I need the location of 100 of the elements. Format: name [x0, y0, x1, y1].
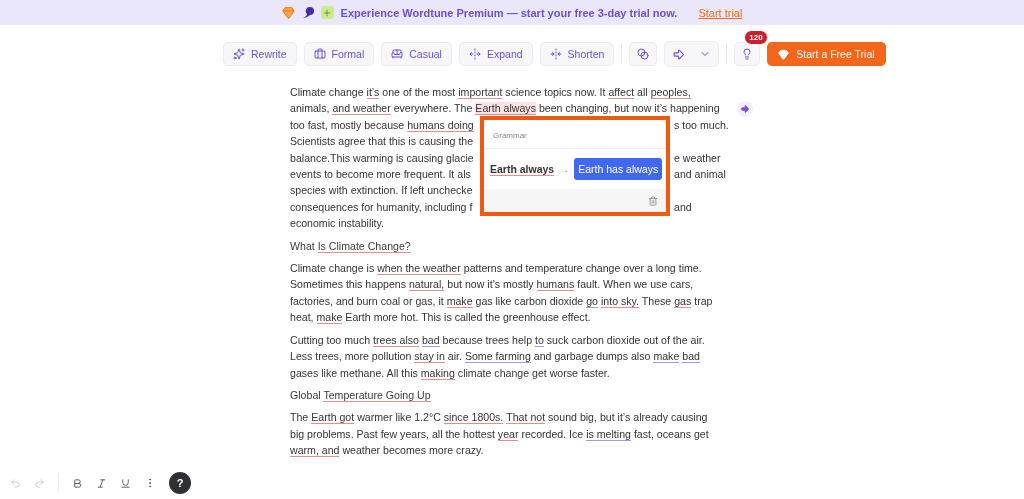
underlined-phrase[interactable]: is melting [586, 427, 631, 441]
plus-icon [320, 6, 334, 19]
underlined-phrase[interactable]: That not [506, 411, 546, 425]
underlined-phrase[interactable]: into sky. [600, 294, 640, 308]
arrow-dropdown-button[interactable] [664, 41, 720, 67]
text-run: Global [290, 388, 322, 401]
underlined-phrase[interactable]: make [446, 294, 473, 308]
text-run: heat, [290, 311, 315, 324]
shrink-icon [549, 48, 562, 60]
text-run: events to become more frequent. It als [290, 168, 471, 181]
gem-icon [281, 6, 295, 19]
text-run: What [290, 239, 316, 252]
underlined-phrase[interactable]: go [586, 294, 598, 308]
text-run: fault. When we use cars, [576, 278, 694, 291]
text-run: recorded. Ice [520, 427, 585, 440]
arrow-glyph: → [559, 163, 570, 175]
original-phrase: Earth always [490, 162, 555, 176]
text-run: big problems. Past few years, all the hottest [290, 427, 496, 440]
circles-icon [637, 48, 650, 60]
text-run: one of the most [381, 86, 457, 98]
underlined-phrase[interactable]: make [653, 350, 680, 364]
text-run: factories, and burn coal or gas, it [290, 294, 445, 307]
text-run: but now it’s mostly [446, 278, 535, 291]
arrow-right-icon [740, 104, 750, 114]
text-run: Less trees, more pollution [290, 350, 413, 363]
lightbulb-icon [741, 48, 754, 60]
text-run: and animal [674, 168, 726, 181]
sparkles-icon [233, 48, 245, 60]
trash-icon[interactable] [648, 195, 658, 206]
underlined-phrase[interactable]: year [497, 427, 519, 441]
underlined-phrase[interactable]: stay in [414, 350, 445, 364]
expand-icon [468, 48, 481, 60]
underlined-phrase[interactable]: it’s [366, 86, 380, 99]
help-button[interactable]: ? [169, 472, 191, 494]
tool-button[interactable]: Expand [458, 42, 533, 66]
underlined-phrase[interactable]: and weather [332, 102, 391, 116]
underlined-phrase[interactable]: gas [674, 294, 692, 308]
text-run: suck carbon dioxide out of the air. [545, 333, 705, 346]
suggestions-button[interactable] [734, 42, 761, 66]
underlined-phrase[interactable]: peoples, [650, 86, 691, 99]
underlined-phrase[interactable]: trees also [373, 333, 419, 347]
text-run: and garbage dumps also [532, 350, 652, 363]
briefcase-icon [313, 48, 326, 60]
underlined-phrase[interactable]: Some farming [464, 350, 531, 364]
text-run: Scientists agree that this is causing the [290, 135, 474, 148]
underlined-phrase[interactable]: affect [608, 86, 635, 99]
underlined-phrase[interactable]: humans doing [407, 118, 474, 132]
text-run: been changing, but now it’s happening [537, 102, 720, 115]
text-run: fast, oceans get [632, 427, 709, 440]
tool-button[interactable]: Formal [303, 42, 375, 66]
text-run: sound big, but it’s already causing [547, 411, 708, 424]
text-run: warmer like 1.2°C [356, 411, 442, 424]
text-run: Climate change [290, 86, 365, 98]
arrow-right-icon [672, 47, 686, 61]
text-run: air. [446, 350, 463, 363]
gem-icon [778, 48, 790, 60]
underlined-phrase[interactable]: making [420, 366, 455, 380]
text-run: gas like carbon dioxide [474, 294, 585, 307]
tool-button[interactable]: Rewrite [223, 42, 297, 66]
text-run: s too much. [674, 118, 729, 131]
banner-message: Experience Wordtune Premium — start your free 3-day trial now. [340, 6, 678, 19]
text-run: trap [693, 294, 713, 307]
underline-button[interactable] [120, 477, 131, 489]
text-run: because trees help [441, 333, 534, 346]
highlighted-phrase[interactable]: Earth always [475, 102, 536, 116]
bold-button[interactable] [72, 477, 83, 489]
suggestion-button[interactable]: Earth has always [574, 158, 663, 180]
underlined-phrase[interactable]: important [458, 86, 503, 99]
text-run: too fast, mostly because [290, 118, 406, 131]
text-run: e weather [674, 151, 721, 164]
underlined-phrase[interactable]: when the weather [377, 262, 461, 276]
underlined-phrase[interactable]: to [535, 333, 544, 347]
underlined-phrase[interactable]: since 1800s. [443, 411, 504, 425]
underlined-phrase[interactable]: Temperature Going Up [323, 388, 431, 402]
text-run: patterns and temperature change over a long time. [462, 262, 702, 275]
underlined-phrase[interactable]: natural, [408, 278, 445, 292]
text-run: Sometimes this happens [290, 278, 407, 291]
text-run: Cutting too much [290, 333, 372, 346]
text-run: weather becomes more crazy. [341, 444, 484, 457]
underlined-phrase[interactable]: humans [536, 278, 575, 292]
text-run: consequences for humanity, including f [290, 200, 473, 213]
text-run: everywhere. The [392, 102, 474, 115]
tool-button[interactable]: Shorten [539, 42, 615, 66]
underlined-phrase[interactable]: make [316, 311, 343, 325]
count-badge: 120 [744, 30, 768, 45]
compare-button[interactable] [629, 42, 658, 66]
underlined-phrase[interactable]: bad [682, 350, 700, 364]
text-run: gases like methane. All this [290, 366, 419, 379]
underlined-phrase[interactable]: warm, and [290, 444, 340, 458]
text-run: balance.This warming is causing glacie [290, 151, 474, 164]
text-run: Earth more hot. This is called the greenhouse effect. [344, 311, 591, 324]
text-run: These [640, 294, 673, 307]
tool-button[interactable]: Casual [381, 42, 452, 66]
italic-button[interactable] [96, 477, 107, 489]
text-run: animals, [290, 102, 331, 115]
text-run: Climate change is [290, 262, 376, 275]
side-arrow-button[interactable] [737, 101, 753, 117]
underlined-phrase[interactable]: Is Climate Change? [317, 239, 411, 253]
underlined-phrase[interactable]: bad [421, 333, 440, 347]
underlined-phrase[interactable]: Earth got [311, 411, 355, 425]
